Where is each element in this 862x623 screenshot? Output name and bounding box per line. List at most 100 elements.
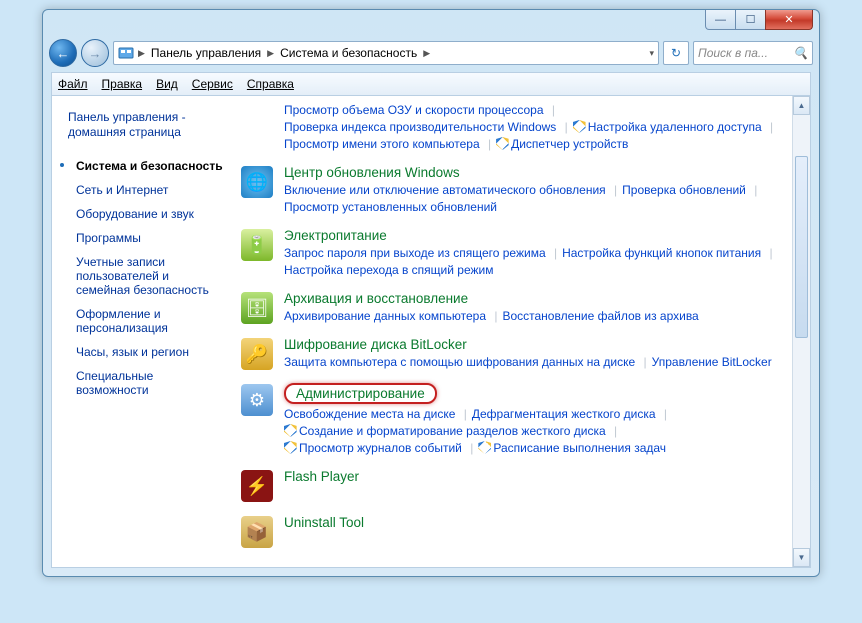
category-links: Запрос пароля при выходе из спящего режи…	[284, 245, 785, 279]
shield-icon	[496, 137, 509, 150]
menu-view[interactable]: Вид	[156, 77, 178, 91]
close-button[interactable]: ✕	[765, 10, 813, 30]
globe-icon: 🌐	[240, 165, 274, 199]
link-separator: |	[547, 103, 560, 117]
shield-icon	[284, 441, 297, 454]
breadcrumb-root[interactable]: Панель управления	[149, 46, 263, 60]
category-links: Просмотр объема ОЗУ и скорости процессор…	[284, 102, 785, 153]
sidebar-item-3[interactable]: Программы	[68, 226, 224, 250]
task-link[interactable]: Диспетчер устройств	[511, 137, 628, 151]
link-separator: |	[659, 407, 672, 421]
address-bar[interactable]: ▶ Панель управления ▶ Система и безопасн…	[113, 41, 659, 65]
breadcrumb-current[interactable]: Система и безопасность	[278, 46, 419, 60]
task-link[interactable]: Дефрагментация жесткого диска	[472, 407, 656, 421]
category-title[interactable]: Архивация и восстановление	[284, 291, 468, 306]
uninstall-icon: 📦	[240, 515, 274, 549]
category-title[interactable]: Flash Player	[284, 469, 359, 484]
search-box[interactable]: Поиск в па... 🔍	[693, 41, 813, 65]
menu-tools[interactable]: Сервис	[192, 77, 233, 91]
nav-forward-button[interactable]: →	[81, 39, 109, 67]
client-area: Панель управления - домашняя страница Си…	[51, 95, 811, 568]
task-link[interactable]: Просмотр объема ОЗУ и скорости процессор…	[284, 103, 544, 117]
window-caption-buttons: — ☐ ✕	[706, 10, 813, 30]
link-separator: |	[483, 137, 496, 151]
category-7: 📦 Uninstall Tool	[234, 509, 793, 555]
refresh-button[interactable]: ↻	[663, 41, 689, 65]
backup-icon: 🗄	[240, 291, 274, 325]
flash-icon: ⚡	[240, 469, 274, 503]
lock-icon: 🔑	[240, 337, 274, 371]
window-frame: — ☐ ✕ ← → ▶ Панель управления ▶ Система …	[42, 9, 820, 577]
battery-icon: 🔋	[240, 228, 274, 262]
scrollbar[interactable]: ▲ ▼	[792, 96, 810, 567]
category-title[interactable]: Администрирование	[284, 383, 437, 404]
menu-bar: Файл Правка Вид Сервис Справка	[51, 72, 811, 96]
category-links: Включение или отключение автоматического…	[284, 182, 785, 216]
scroll-up-button[interactable]: ▲	[793, 96, 810, 115]
sidebar-item-7[interactable]: Специальные возможности	[68, 364, 224, 402]
menu-file[interactable]: Файл	[58, 77, 88, 91]
task-link[interactable]: Просмотр имени этого компьютера	[284, 137, 480, 151]
blank-icon	[240, 102, 274, 136]
task-link[interactable]: Проверка индекса производительности Wind…	[284, 120, 556, 134]
main-panel: Просмотр объема ОЗУ и скорости процессор…	[234, 96, 810, 567]
category-title[interactable]: Центр обновления Windows	[284, 165, 460, 180]
shield-icon	[284, 424, 297, 437]
admin-icon: ⚙	[240, 383, 274, 417]
category-links: Архивирование данных компьютера |Восстан…	[284, 308, 785, 325]
sidebar-item-2[interactable]: Оборудование и звук	[68, 202, 224, 226]
link-separator: |	[609, 183, 622, 197]
task-link[interactable]: Архивирование данных компьютера	[284, 309, 486, 323]
task-link[interactable]: Настройка перехода в спящий режим	[284, 263, 493, 277]
search-icon: 🔍	[793, 46, 808, 60]
link-separator: |	[749, 183, 762, 197]
link-separator: |	[765, 120, 778, 134]
category-2: 🔋 Электропитание Запрос пароля при выходе …	[234, 222, 793, 285]
sidebar-home-link[interactable]: Панель управления - домашняя страница	[68, 110, 224, 140]
category-title[interactable]: Электропитание	[284, 228, 387, 243]
navigation-bar: ← → ▶ Панель управления ▶ Система и безо…	[49, 38, 813, 68]
category-title[interactable]: Uninstall Tool	[284, 515, 364, 530]
shield-icon	[573, 120, 586, 133]
address-dropdown-icon[interactable]: ▾	[649, 48, 654, 59]
category-0: Просмотр объема ОЗУ и скорости процессор…	[234, 96, 793, 159]
sidebar-item-5[interactable]: Оформление и персонализация	[68, 302, 224, 340]
task-link[interactable]: Запрос пароля при выходе из спящего режи…	[284, 246, 546, 260]
breadcrumb-sep-icon: ▶	[136, 48, 147, 59]
category-links: Защита компьютера с помощью шифрования д…	[284, 354, 785, 371]
search-placeholder: Поиск в па...	[698, 46, 768, 60]
menu-edit[interactable]: Правка	[102, 77, 143, 91]
task-link[interactable]: Просмотр установленных обновлений	[284, 200, 497, 214]
task-link[interactable]: Управление BitLocker	[652, 355, 772, 369]
sidebar-item-4[interactable]: Учетные записи пользователей и семейная …	[68, 250, 224, 302]
nav-back-button[interactable]: ←	[49, 39, 77, 67]
task-link[interactable]: Просмотр журналов событий	[299, 441, 462, 455]
category-4: 🔑 Шифрование диска BitLocker Защита компью…	[234, 331, 793, 377]
link-separator: |	[489, 309, 502, 323]
task-link[interactable]: Восстановление файлов из архива	[502, 309, 698, 323]
sidebar-item-1[interactable]: Сеть и Интернет	[68, 178, 224, 202]
task-link[interactable]: Освобождение места на диске	[284, 407, 455, 421]
shield-icon	[478, 441, 491, 454]
link-separator: |	[549, 246, 562, 260]
task-link[interactable]: Проверка обновлений	[622, 183, 746, 197]
sidebar-item-6[interactable]: Часы, язык и регион	[68, 340, 224, 364]
category-links: Освобождение места на диске |Дефрагмента…	[284, 406, 785, 457]
link-separator: |	[465, 441, 478, 455]
scroll-thumb[interactable]	[795, 156, 808, 338]
task-link[interactable]: Включение или отключение автоматического…	[284, 183, 606, 197]
control-panel-icon	[118, 45, 134, 61]
maximize-button[interactable]: ☐	[735, 10, 766, 30]
sidebar-item-0[interactable]: Система и безопасность	[68, 154, 224, 178]
task-link[interactable]: Создание и форматирование разделов жестк…	[299, 424, 606, 438]
menu-help[interactable]: Справка	[247, 77, 294, 91]
scroll-down-button[interactable]: ▼	[793, 548, 810, 567]
minimize-button[interactable]: —	[705, 10, 736, 30]
category-1: 🌐 Центр обновления Windows Включение или о…	[234, 159, 793, 222]
category-title[interactable]: Шифрование диска BitLocker	[284, 337, 467, 352]
task-link[interactable]: Защита компьютера с помощью шифрования д…	[284, 355, 635, 369]
category-6: ⚡ Flash Player	[234, 463, 793, 509]
task-link[interactable]: Расписание выполнения задач	[493, 441, 666, 455]
task-link[interactable]: Настройка удаленного доступа	[588, 120, 762, 134]
task-link[interactable]: Настройка функций кнопок питания	[562, 246, 761, 260]
